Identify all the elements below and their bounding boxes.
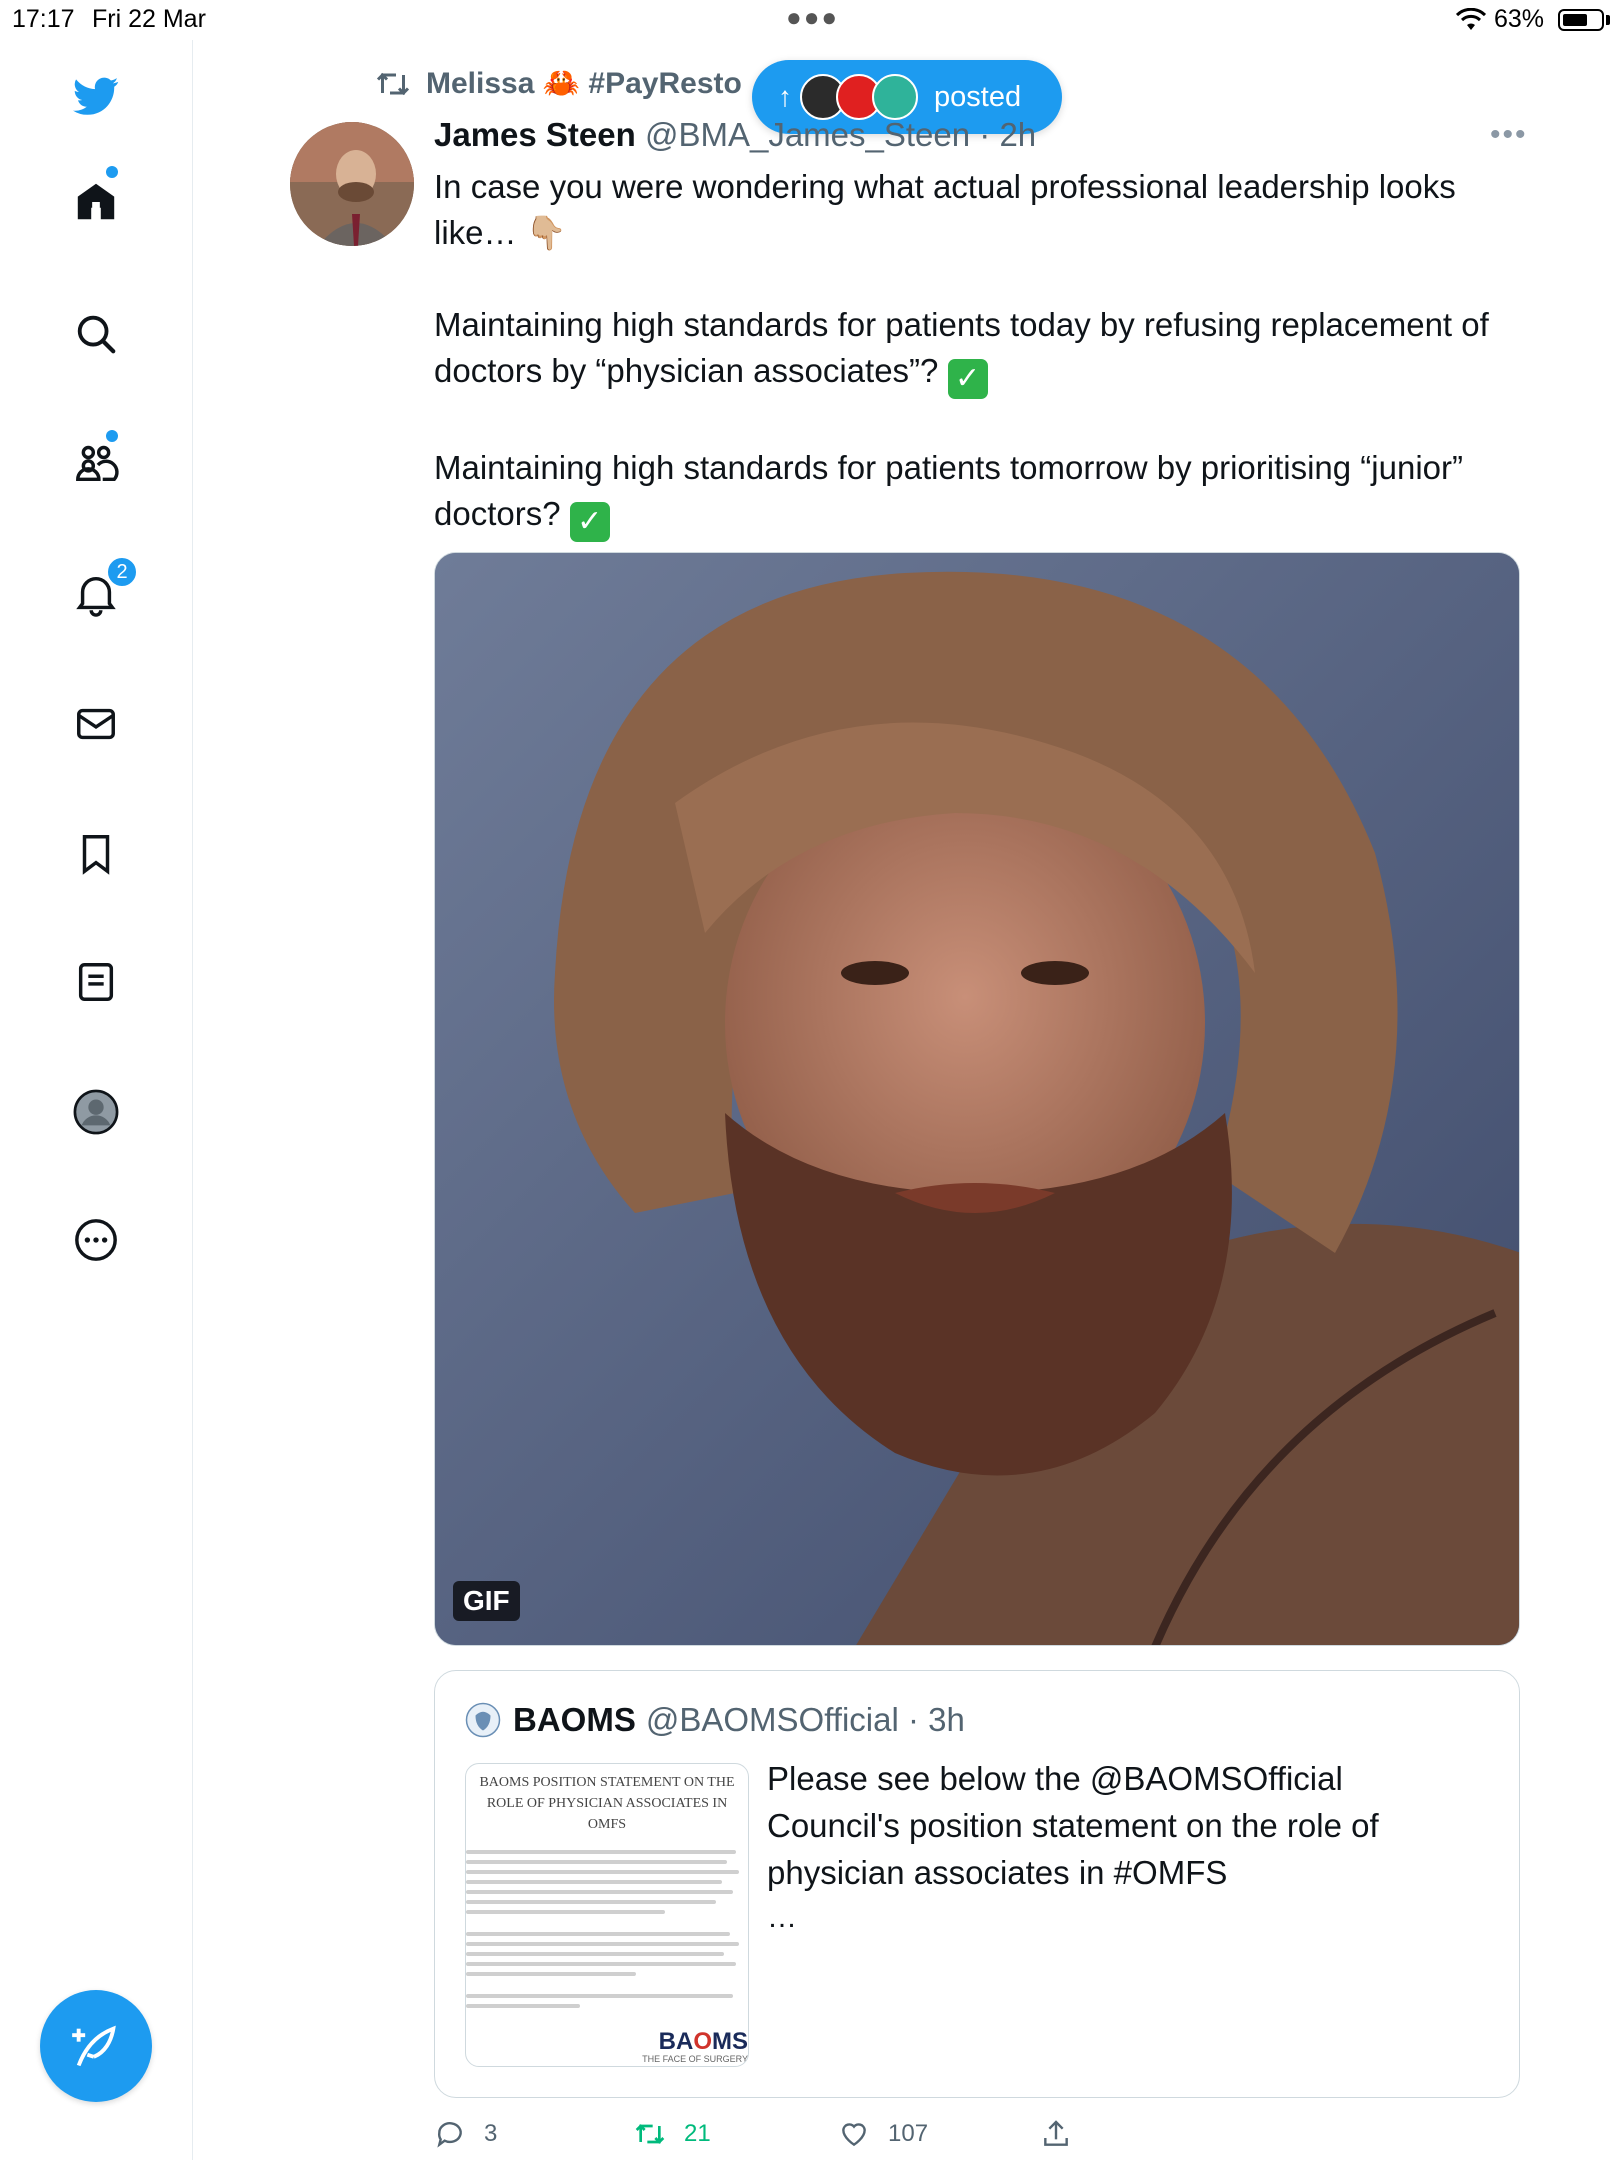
- bookmark-icon[interactable]: [68, 826, 124, 882]
- home-icon[interactable]: [68, 174, 124, 230]
- more-icon[interactable]: [68, 1212, 124, 1268]
- gif-badge: GIF: [453, 1581, 520, 1621]
- baoms-tagline: THE FACE OF SURGERY: [642, 2054, 748, 2064]
- document-title: BAOMS POSITION STATEMENT ON THE ROLE OF …: [479, 1775, 735, 1832]
- quoted-tweet-header: BAOMS @BAOMSOfficial · 3h: [465, 1701, 965, 1739]
- status-date: Fri 22 Mar: [92, 5, 206, 33]
- lists-icon[interactable]: [68, 954, 124, 1010]
- reply-icon: [437, 2122, 462, 2148]
- wifi-icon: [1456, 8, 1486, 30]
- status-time: 17:17: [12, 5, 75, 33]
- check-mark-icon: ✓: [569, 502, 610, 542]
- author-name[interactable]: James Steen: [434, 116, 636, 153]
- tweet-body: In case you were wondering what actual p…: [434, 164, 1514, 588]
- heart-icon: [842, 2123, 866, 2147]
- arrow-up-icon: ↑: [778, 81, 792, 112]
- multitasking-dots-icon[interactable]: ●●●: [786, 2, 839, 33]
- tweet-paragraph: Maintaining high standards for patients …: [434, 445, 1514, 542]
- quoted-tweet-text: Please see below the @BAOMSOfficial Coun…: [767, 1760, 1379, 1891]
- quoted-tweet[interactable]: BAOMS @BAOMSOfficial · 3h BAOMS POSITION…: [434, 1670, 1520, 2098]
- share-button[interactable]: [1040, 2118, 1072, 2150]
- twitter-logo-icon[interactable]: [68, 68, 124, 124]
- retweeted-by-line[interactable]: Melissa 🦀 #PayResto: [374, 66, 742, 101]
- document-text-lines: [466, 1844, 748, 2008]
- tweet-gif-media[interactable]: GIF: [434, 552, 1520, 1646]
- reply-button[interactable]: 3: [434, 2118, 497, 2150]
- home-notification-dot: [106, 166, 118, 178]
- battery-icon: [1558, 9, 1604, 31]
- reply-count: 3: [484, 2120, 498, 2147]
- like-count: 107: [888, 2120, 929, 2147]
- communities-icon[interactable]: [68, 436, 124, 492]
- tweet-more-button[interactable]: •••: [1490, 118, 1528, 152]
- status-bar: 17:17 Fri 22 Mar ●●● 63%: [0, 0, 1620, 40]
- battery-percent: 63%: [1494, 5, 1545, 33]
- tweet-paragraph: In case you were wondering what actual p…: [434, 168, 1456, 251]
- author-avatar[interactable]: [290, 122, 414, 246]
- compose-tweet-icon: [72, 2025, 116, 2067]
- tweet-action-bar: 3 21 107: [434, 2118, 1534, 2158]
- baoms-logo: BAOMS: [658, 2028, 748, 2055]
- like-button[interactable]: 107: [838, 2118, 928, 2150]
- search-icon[interactable]: [68, 306, 124, 362]
- retweet-count: 21: [684, 2120, 711, 2147]
- avatar: [872, 74, 918, 120]
- quoted-tweet-ellipsis: …: [767, 1901, 797, 1934]
- new-posts-label: posted: [934, 80, 1022, 113]
- author-handle[interactable]: @BMA_James_Steen · 2h: [645, 116, 1036, 153]
- share-icon: [1044, 2120, 1068, 2146]
- retweeted-by-label: Melissa 🦀 #PayResto: [426, 67, 742, 100]
- communities-notification-dot: [106, 430, 118, 442]
- quoted-author-handle[interactable]: @BAOMSOfficial · 3h: [646, 1701, 965, 1739]
- bearded-man-gif: [435, 553, 1519, 1645]
- retweet-icon: [376, 72, 410, 95]
- tweet-header: James Steen @BMA_James_Steen · 2h: [434, 116, 1036, 154]
- retweet-icon: [635, 2124, 665, 2144]
- position-statement-thumbnail[interactable]: BAOMS POSITION STATEMENT ON THE ROLE OF …: [465, 1763, 749, 2067]
- notification-count-badge: 2: [106, 556, 138, 588]
- tweet-paragraph: Maintaining high standards for patients …: [434, 302, 1514, 399]
- check-mark-icon: ✓: [947, 359, 988, 399]
- baoms-avatar-icon: [465, 1702, 501, 1738]
- mail-icon[interactable]: [68, 696, 124, 752]
- profile-icon[interactable]: [68, 1084, 124, 1140]
- sidebar-nav: 2: [0, 40, 193, 2160]
- compose-tweet-button[interactable]: [40, 1990, 152, 2102]
- retweet-button[interactable]: 21: [634, 2118, 711, 2150]
- quoted-author-name[interactable]: BAOMS: [513, 1701, 636, 1739]
